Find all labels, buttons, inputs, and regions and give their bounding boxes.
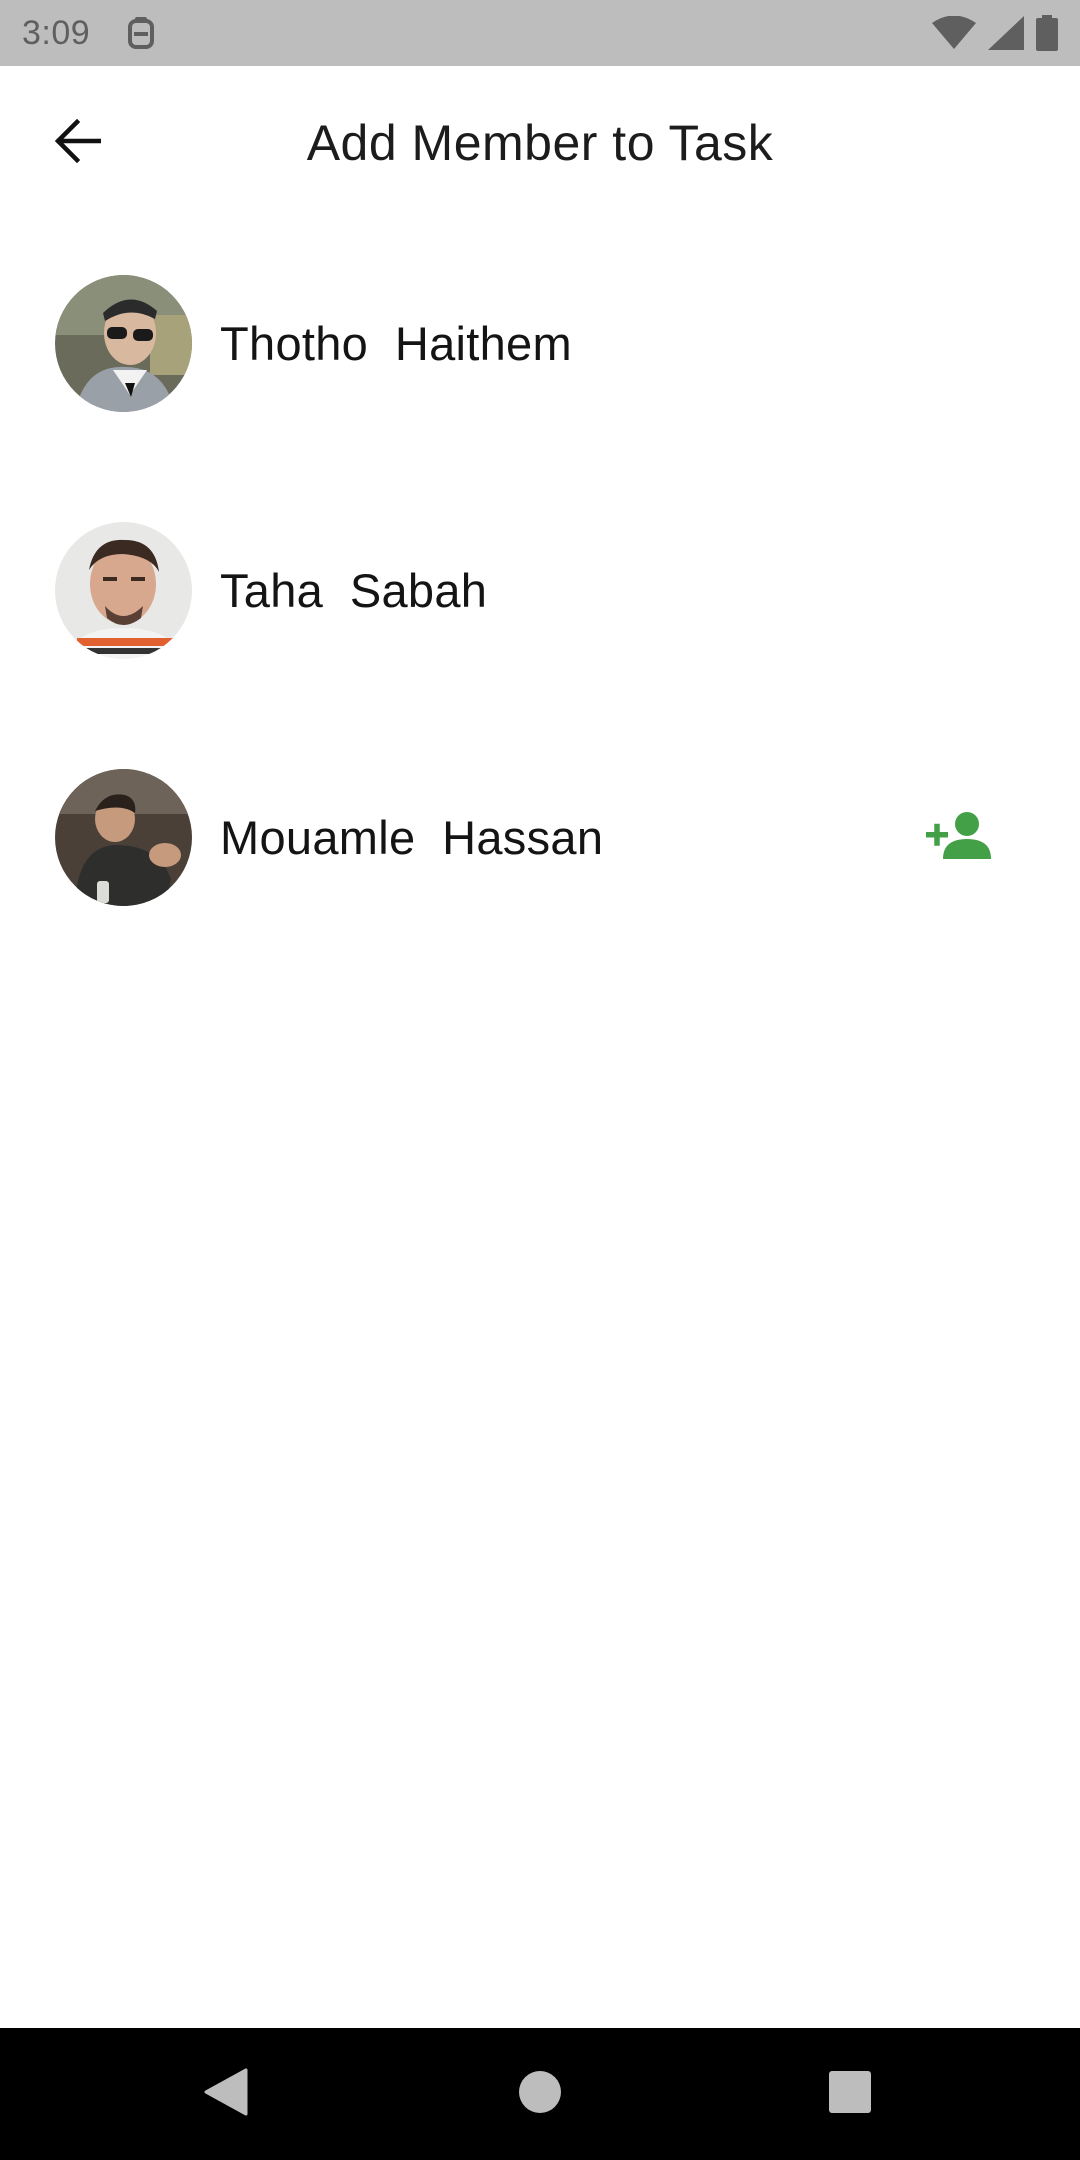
nav-back-button[interactable] <box>190 2058 262 2130</box>
member-name: Thotho Haithem <box>220 317 572 370</box>
page-title: Add Member to Task <box>306 115 774 171</box>
member-row[interactable]: Thotho Haithem <box>0 220 1080 467</box>
wifi-icon <box>932 16 976 50</box>
status-bar: 3:09 <box>0 0 1080 66</box>
avatar <box>55 522 192 659</box>
nav-recents-button[interactable] <box>814 2058 886 2130</box>
avatar <box>55 275 192 412</box>
nav-home-icon <box>518 2070 562 2119</box>
nav-back-icon <box>204 2068 248 2121</box>
member-name: Taha Sabah <box>220 564 488 617</box>
clipboard-notification-icon <box>126 16 156 50</box>
nav-home-button[interactable] <box>504 2058 576 2130</box>
member-row[interactable]: Taha Sabah <box>0 467 1080 714</box>
app-bar: Add Member to Task <box>0 66 1080 220</box>
status-icons <box>932 15 1058 51</box>
nav-recents-icon <box>828 2070 872 2119</box>
member-list: Thotho Haithem Taha Sabah Mouamle Hassan <box>0 220 1080 961</box>
add-member-button[interactable] <box>920 803 998 873</box>
back-button[interactable] <box>34 103 120 183</box>
member-name: Mouamle Hassan <box>220 811 604 864</box>
arrow-back-icon <box>53 118 102 168</box>
status-time: 3:09 <box>22 13 91 52</box>
avatar <box>55 769 192 906</box>
battery-icon <box>1036 15 1058 51</box>
member-row[interactable]: Mouamle Hassan <box>0 714 1080 961</box>
cell-signal-icon <box>988 16 1024 50</box>
person-add-icon <box>926 811 992 864</box>
screen: 3:09 Add Member to Task Thotho Haithem T… <box>0 0 1080 2160</box>
navigation-bar <box>0 2028 1080 2160</box>
